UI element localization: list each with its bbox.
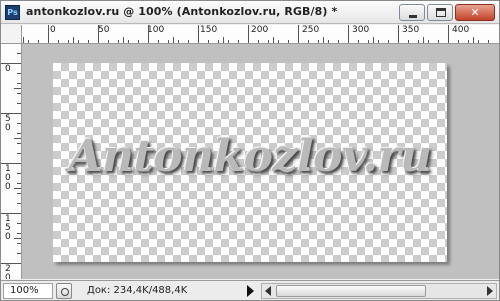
minimize-button[interactable] <box>399 4 425 21</box>
horizontal-ruler[interactable]: 0 50 100 150 200 250 300 350 400 <box>22 25 499 44</box>
window-title: antonkozlov.ru @ 100% (Antonkozlov.ru, R… <box>26 5 338 18</box>
document-window: Ps antonkozlov.ru @ 100% (Antonkozlov.ru… <box>0 0 500 301</box>
close-button[interactable]: ✕ <box>455 4 495 21</box>
ruler-label: 5 0 <box>5 114 11 133</box>
maximize-button[interactable] <box>427 4 453 21</box>
zoom-level-field[interactable]: 100% <box>3 283 53 299</box>
ruler-ticks <box>23 25 489 43</box>
status-bar: 100% Док: 234,4K/488,4K <box>1 280 499 300</box>
status-options-button[interactable] <box>56 283 72 299</box>
status-menu-arrow-icon[interactable] <box>247 285 254 297</box>
minimize-icon <box>409 15 417 18</box>
document-canvas[interactable]: Antonkozlov.ru <box>53 63 447 262</box>
ruler-label: 1 5 0 <box>5 214 11 242</box>
window-controls: ✕ <box>399 4 495 21</box>
horizontal-scrollbar[interactable] <box>261 283 497 299</box>
scrollbar-thumb[interactable] <box>276 285 426 297</box>
document-size-info: Док: 234,4K/488,4K <box>87 285 188 296</box>
close-icon: ✕ <box>470 6 480 19</box>
vertical-ruler[interactable]: 0 5 0 1 0 0 1 5 0 2 0 <box>1 44 22 279</box>
scroll-left-arrow-icon[interactable] <box>265 286 271 296</box>
ruler-label: 2 0 <box>5 264 11 280</box>
ruler-origin-corner[interactable] <box>1 25 22 44</box>
title-bar[interactable]: Ps antonkozlov.ru @ 100% (Antonkozlov.ru… <box>1 1 499 24</box>
ruler-ticks <box>1 53 21 264</box>
canvas-embossed-text: Antonkozlov.ru <box>68 131 432 182</box>
ruler-label: 1 0 0 <box>5 164 11 192</box>
pasteboard[interactable]: Antonkozlov.ru <box>22 44 499 279</box>
ruler-label: 0 <box>5 64 11 74</box>
maximize-icon <box>436 8 446 17</box>
scroll-right-arrow-icon[interactable] <box>487 286 493 296</box>
photoshop-app-icon: Ps <box>5 5 20 20</box>
